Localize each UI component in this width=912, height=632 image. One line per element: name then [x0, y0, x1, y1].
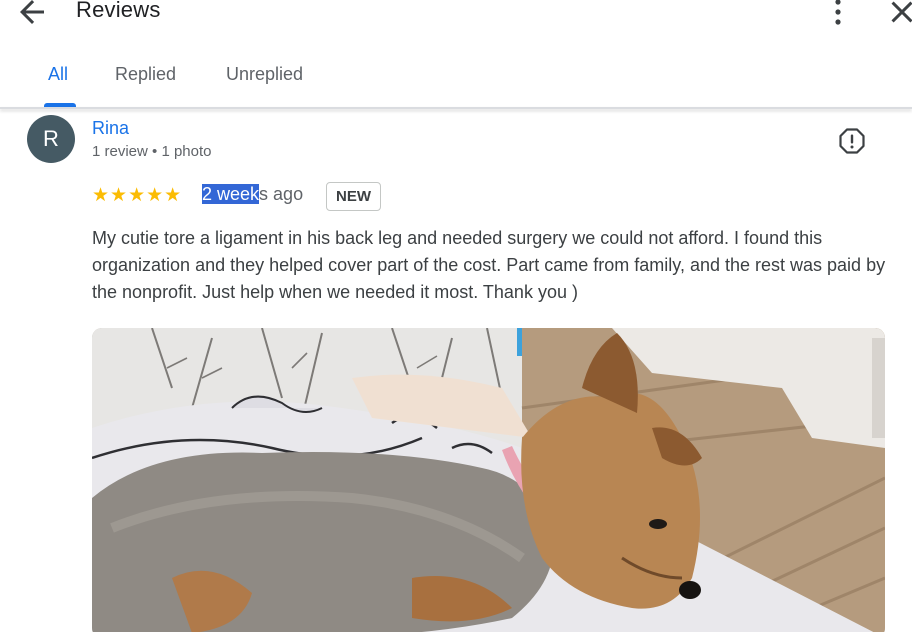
app-header: Reviews	[0, 0, 912, 30]
reviewer-avatar[interactable]: R	[27, 115, 75, 163]
reviewer-meta: 1 review • 1 photo	[92, 143, 212, 160]
page-title: Reviews	[76, 0, 161, 22]
yorkshire-terrier-photo	[92, 328, 885, 632]
reviewer-name[interactable]: Rina	[92, 118, 129, 139]
close-icon	[891, 1, 912, 23]
review-time-selected: 2 week	[202, 184, 260, 204]
tab-unreplied[interactable]: Unreplied	[226, 64, 303, 85]
report-flag-icon	[839, 128, 865, 154]
more-options-button[interactable]	[824, 0, 852, 28]
review-photo[interactable]	[92, 328, 885, 632]
back-button[interactable]	[14, 0, 50, 30]
tab-replied[interactable]: Replied	[115, 64, 176, 85]
avatar-initial: R	[43, 126, 59, 151]
tab-all[interactable]: All	[48, 64, 68, 85]
review-time-rest: s ago	[259, 184, 304, 204]
close-button[interactable]	[884, 0, 912, 30]
new-badge: NEW	[326, 182, 381, 211]
report-review-button[interactable]	[837, 126, 867, 156]
review-time: 2 weeks ago	[202, 184, 303, 205]
tabs-divider	[0, 107, 912, 109]
arrow-left-icon	[20, 0, 44, 24]
star-rating: ★★★★★	[92, 185, 183, 206]
review-filter-tabs: All Replied Unreplied	[0, 50, 912, 108]
review-text: My cutie tore a ligament in his back leg…	[92, 228, 886, 302]
more-vertical-icon	[835, 0, 841, 25]
